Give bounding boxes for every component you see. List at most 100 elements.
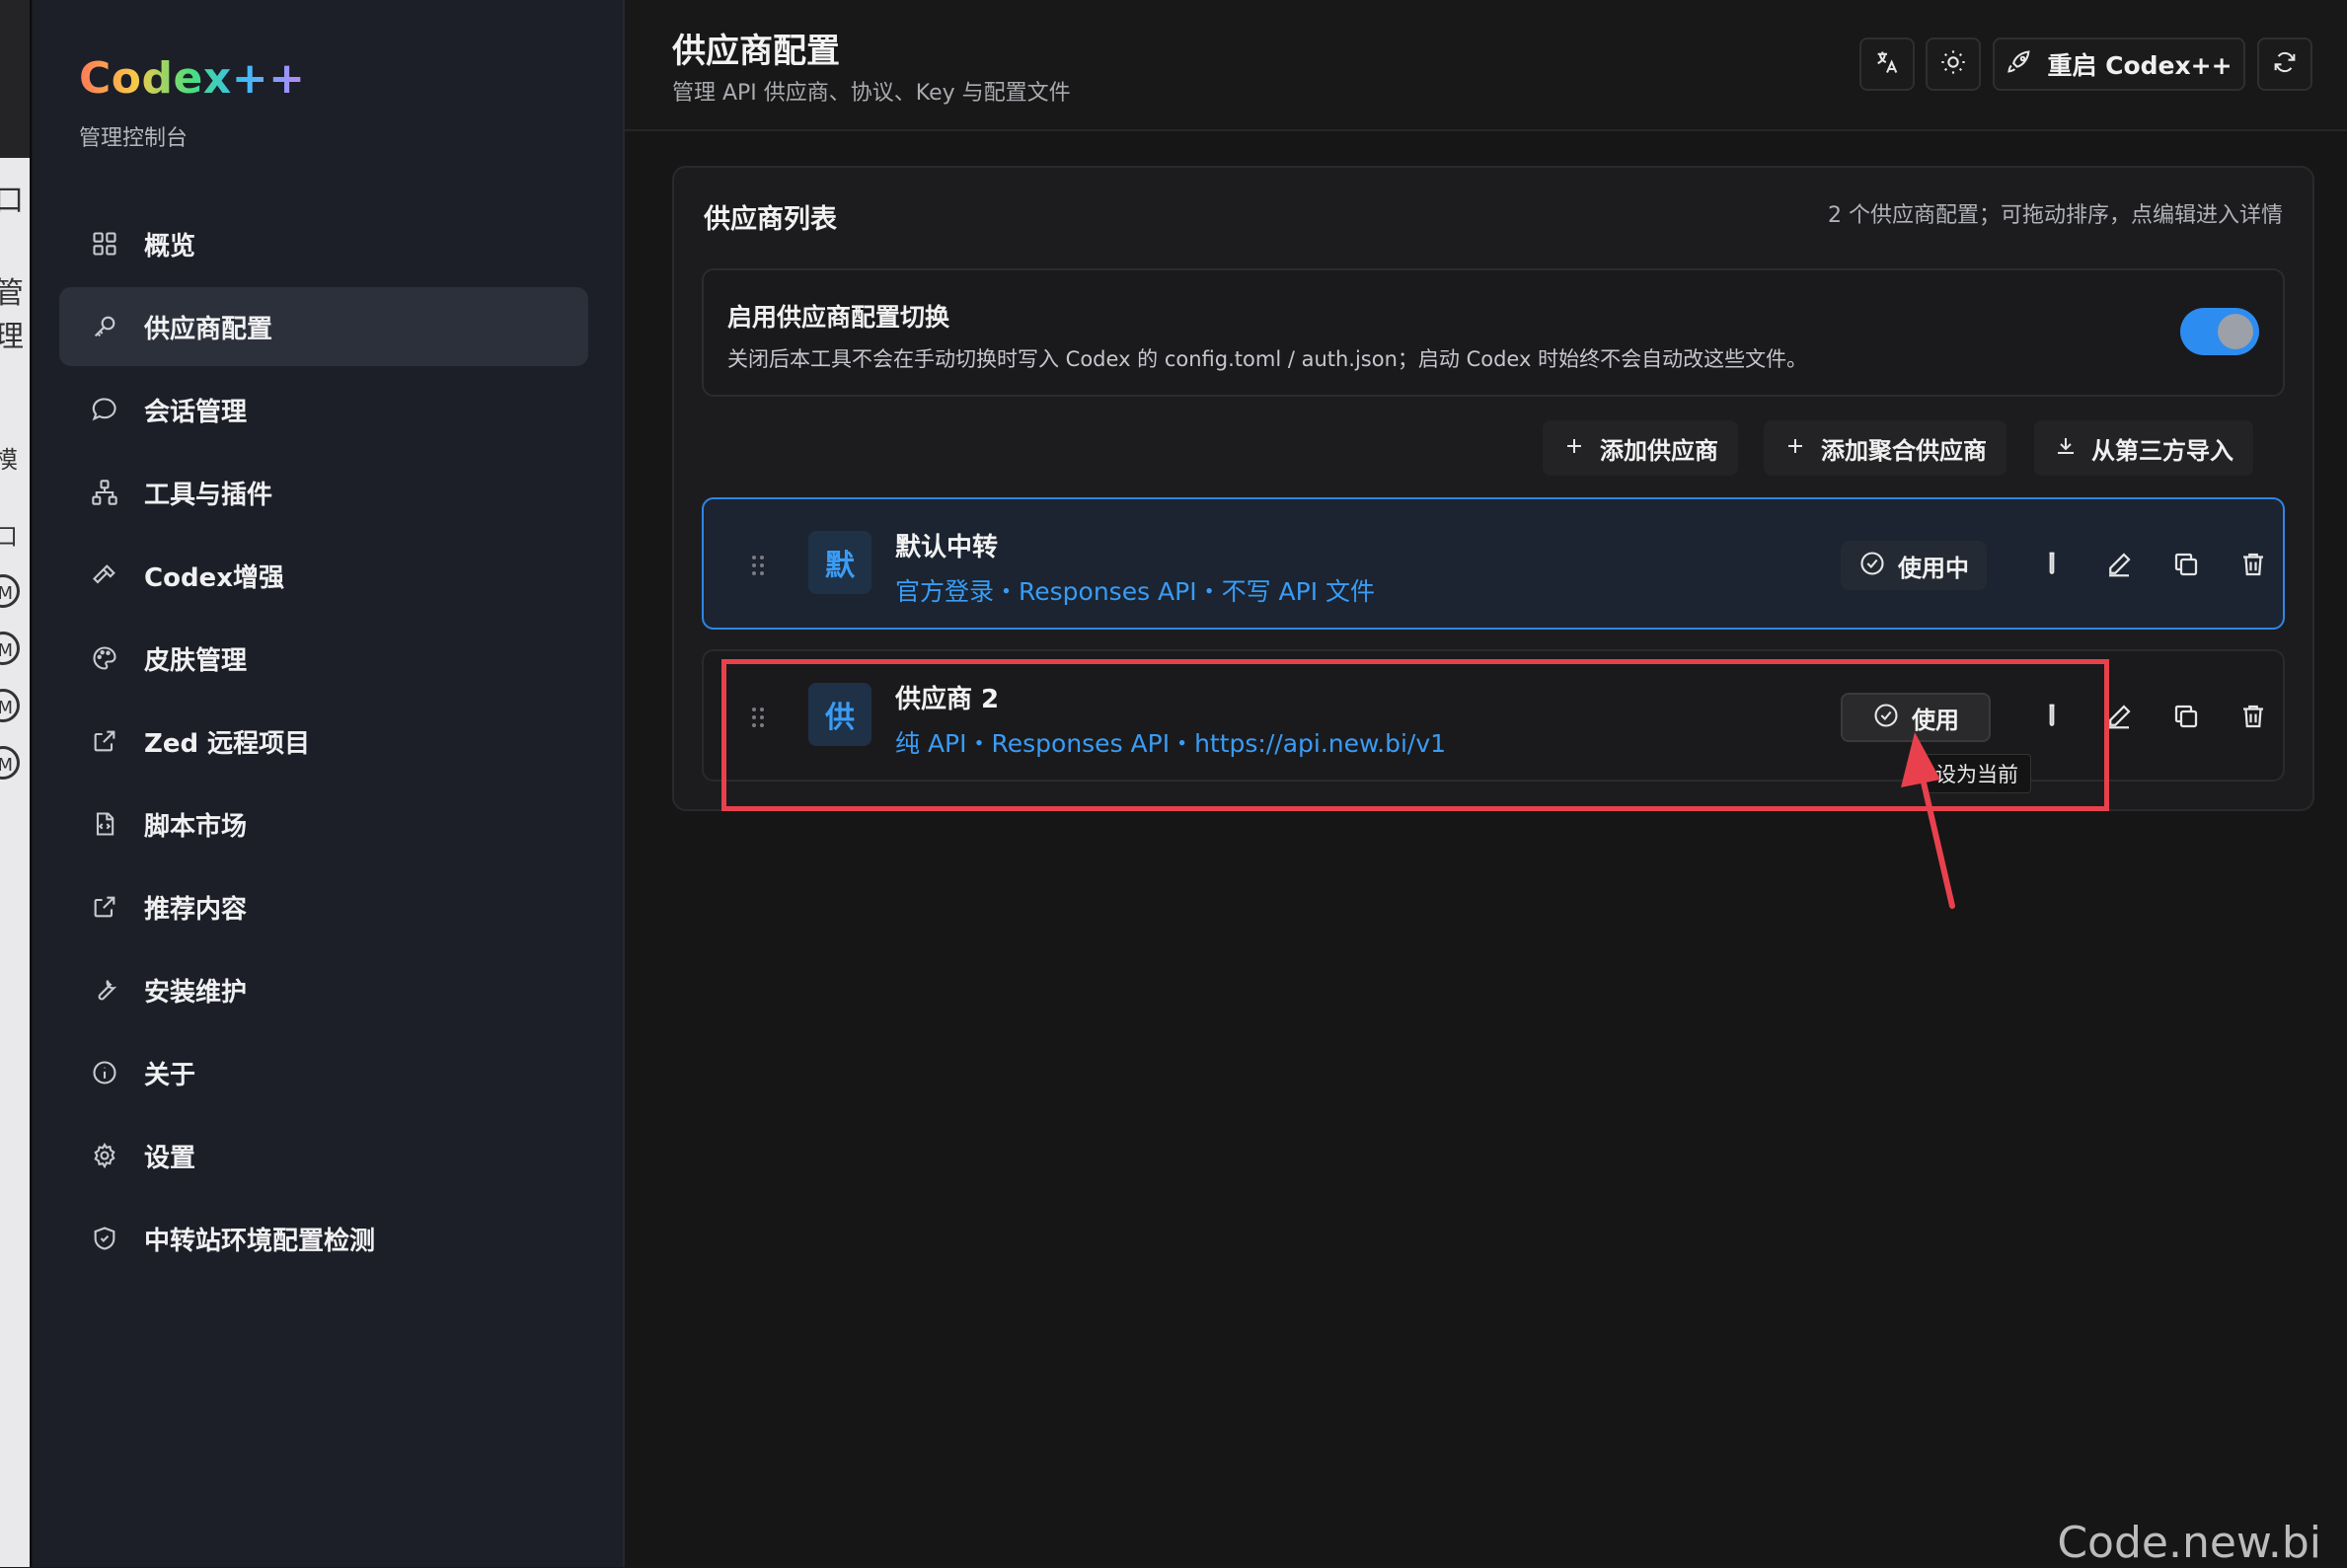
grid-icon: [91, 230, 118, 258]
sidebar-item-label: Zed 远程项目: [144, 728, 311, 759]
in-use-button[interactable]: 使用中: [1841, 541, 1987, 590]
window-edge: [30, 0, 32, 1567]
delete-button[interactable]: [2233, 547, 2273, 586]
duplicate-button[interactable]: [2166, 547, 2206, 586]
edit-button[interactable]: [2099, 547, 2139, 586]
sidebar-item-label: 供应商配置: [144, 314, 273, 344]
script-file-icon: [91, 810, 118, 838]
test-tube-icon: [2037, 550, 2067, 583]
pencil-icon: [2104, 702, 2134, 735]
provider-switch-toggle[interactable]: [2180, 308, 2259, 355]
use-label: 使用: [1912, 706, 1959, 734]
sun-icon: [1939, 48, 1967, 80]
check-circle-icon: [1872, 702, 1912, 733]
plus-icon: [1562, 434, 1600, 462]
import-third-party-button[interactable]: 从第三方导入: [2034, 420, 2253, 476]
trash-icon: [2238, 702, 2268, 735]
set-current-tooltip: 设为当前: [1923, 754, 2031, 793]
add-aggregate-provider-label: 添加聚合供应商: [1821, 436, 1987, 465]
restart-codex-button[interactable]: 重启 Codex++: [1993, 37, 2245, 91]
sidebar-item-tools[interactable]: 工具与插件: [59, 453, 588, 532]
main-content: 供应商配置 管理 API 供应商、协议、Key 与配置文件 重启 Codex++…: [625, 0, 2347, 1567]
shield-icon: [91, 1225, 118, 1252]
sidebar-item-about[interactable]: 关于: [59, 1033, 588, 1112]
sidebar-item-relay-check[interactable]: 中转站环境配置检测: [59, 1199, 588, 1278]
info-icon: [91, 1059, 118, 1086]
sidebar-item-install[interactable]: 安装维护: [59, 950, 588, 1029]
refresh-button[interactable]: [2257, 37, 2312, 91]
sidebar-item-label: 中转站环境配置检测: [144, 1226, 376, 1256]
edit-button[interactable]: [2099, 699, 2139, 738]
background-window: 口 管理 模 口 M M M M: [0, 0, 32, 1567]
sidebar-item-label: 工具与插件: [144, 480, 273, 510]
background-window-content: [0, 158, 30, 1567]
sidebar-item-label: 脚本市场: [144, 811, 248, 842]
gear-icon: [91, 1142, 118, 1169]
app-subtitle: 管理控制台: [79, 126, 189, 151]
theme-toggle-button[interactable]: [1926, 37, 1981, 91]
sidebar-item-label: Codex增强: [144, 562, 284, 593]
sidebar-item-settings[interactable]: 设置: [59, 1116, 588, 1195]
page-subtitle: 管理 API 供应商、协议、Key 与配置文件: [672, 81, 1071, 106]
refresh-icon: [2271, 48, 2299, 80]
background-fragment: 模: [0, 446, 18, 474]
provider-name: 默认中转: [895, 533, 999, 562]
restart-codex-label: 重启 Codex++: [2047, 51, 2233, 80]
drag-handle-icon[interactable]: [751, 555, 765, 576]
provider-row[interactable]: 供 供应商 2 纯 API・Responses API・https://api.…: [702, 649, 2285, 782]
provider-description: 官方登录・Responses API・不写 API 文件: [895, 577, 1376, 606]
background-fragment: 口: [0, 523, 18, 551]
sidebar-item-script-market[interactable]: 脚本市场: [59, 784, 588, 863]
provider-switch-title: 启用供应商配置切换: [727, 303, 950, 332]
translate-button[interactable]: [1859, 37, 1915, 91]
copy-icon: [2171, 550, 2201, 583]
page-title: 供应商配置: [672, 32, 840, 71]
delete-button[interactable]: [2233, 699, 2273, 738]
translate-icon: [1873, 48, 1901, 80]
toggle-knob: [2218, 314, 2253, 349]
provider-row[interactable]: 默 默认中转 官方登录・Responses API・不写 API 文件 使用中: [702, 497, 2285, 630]
drag-handle-icon[interactable]: [751, 707, 765, 728]
sidebar-item-label: 会话管理: [144, 397, 248, 427]
sidebar-item-codex-enhance[interactable]: Codex增强: [59, 536, 588, 615]
sidebar-item-overview[interactable]: 概览: [59, 204, 588, 283]
download-icon: [2054, 434, 2091, 462]
use-button[interactable]: 使用: [1841, 693, 1991, 742]
import-third-party-label: 从第三方导入: [2091, 436, 2233, 465]
external-link-icon: [91, 893, 118, 921]
sidebar-item-sessions[interactable]: 会话管理: [59, 370, 588, 449]
provider-switch-panel: 启用供应商配置切换 关闭后本工具不会在手动切换时写入 Codex 的 confi…: [702, 268, 2285, 397]
sidebar-item-recommended[interactable]: 推荐内容: [59, 867, 588, 946]
pencil-icon: [2104, 550, 2134, 583]
trash-icon: [2238, 550, 2268, 583]
watermark: Code.new.bi: [2057, 1518, 2321, 1568]
sidebar-item-providers[interactable]: 供应商配置: [59, 287, 588, 366]
provider-list-title: 供应商列表: [704, 204, 837, 235]
test-button[interactable]: [2032, 547, 2072, 586]
provider-description: 纯 API・Responses API・https://api.new.bi/v…: [895, 729, 1447, 758]
add-provider-button[interactable]: 添加供应商: [1543, 420, 1738, 476]
provider-avatar: 供: [808, 683, 871, 746]
provider-switch-description: 关闭后本工具不会在手动切换时写入 Codex 的 config.toml / a…: [727, 347, 1808, 371]
palette-icon: [91, 644, 118, 672]
wrench-icon: [91, 976, 118, 1004]
app-logo: Codex++: [79, 53, 306, 104]
provider-list-card: 供应商列表 2 个供应商配置；可拖动排序，点编辑进入详情 启用供应商配置切换 关…: [672, 166, 2314, 811]
sidebar-item-zed-remote[interactable]: Zed 远程项目: [59, 702, 588, 781]
sidebar: Codex++ 管理控制台 概览 供应商配置 会话管理 工具与插件 Codex增…: [33, 0, 625, 1567]
add-aggregate-provider-button[interactable]: 添加聚合供应商: [1764, 420, 2006, 476]
test-tube-icon: [2037, 702, 2067, 735]
add-provider-label: 添加供应商: [1600, 436, 1718, 465]
copy-icon: [2171, 702, 2201, 735]
provider-avatar: 默: [808, 531, 871, 594]
sidebar-nav: 概览 供应商配置 会话管理 工具与插件 Codex增强 皮肤管理 Zed 远程项…: [59, 204, 588, 1282]
sidebar-item-label: 概览: [144, 231, 196, 261]
hammer-icon: [91, 561, 118, 589]
plus-icon: [1783, 434, 1821, 462]
duplicate-button[interactable]: [2166, 699, 2206, 738]
background-window-titlebar: [0, 0, 30, 158]
background-fragment: 管理: [0, 276, 24, 354]
test-button[interactable]: [2032, 699, 2072, 738]
sidebar-item-skins[interactable]: 皮肤管理: [59, 619, 588, 698]
rocket-icon: [2006, 48, 2033, 80]
